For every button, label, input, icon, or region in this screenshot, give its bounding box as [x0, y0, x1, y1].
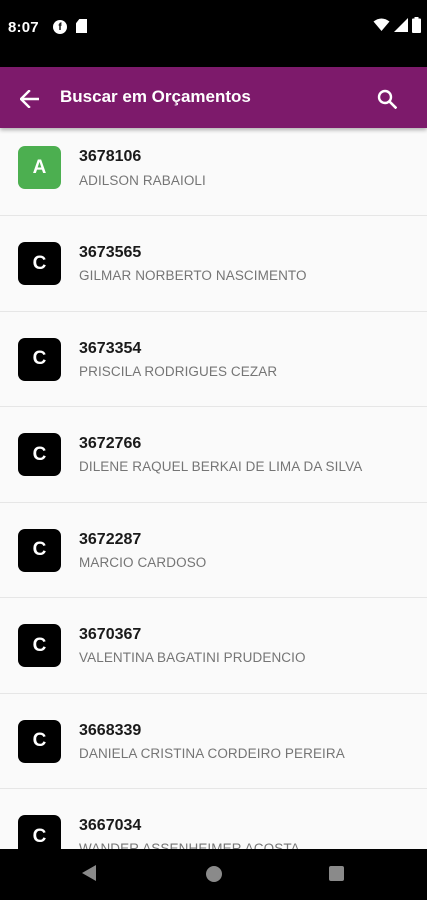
item-name: ADILSON RABAIOLI — [79, 173, 206, 188]
list-item[interactable]: C 3673354 PRISCILA RODRIGUES CEZAR — [0, 312, 427, 407]
list-item[interactable]: C 3672287 MARCIO CARDOSO — [0, 503, 427, 598]
item-name: PRISCILA RODRIGUES CEZAR — [79, 363, 278, 379]
nav-recent-apps-icon[interactable] — [329, 866, 344, 881]
status-time: 8:07 — [8, 19, 39, 36]
status-badge: C — [18, 433, 61, 476]
item-name: MARCIO CARDOSO — [79, 554, 207, 570]
status-badge: C — [18, 242, 61, 285]
list-item[interactable]: C 3672766 DILENE RAQUEL BERKAI DE LIMA D… — [0, 407, 427, 503]
status-badge: C — [18, 624, 61, 667]
item-name: VALENTINA BAGATINI PRUDENCIO — [79, 650, 306, 665]
item-code: 3672287 — [79, 530, 142, 548]
status-badge: C — [18, 719, 61, 763]
item-name: WANDER ASSENHEIMER ACOSTA — [79, 841, 300, 849]
status-bar: 8:07 f — [0, 0, 427, 67]
f-circle-icon: f — [53, 20, 67, 34]
nav-home-icon[interactable] — [206, 866, 222, 882]
item-code: 3678106 — [79, 148, 142, 165]
item-name: DILENE RAQUEL BERKAI DE LIMA DA SILVA — [79, 459, 363, 474]
item-code: 3668339 — [79, 721, 142, 739]
search-icon — [377, 89, 397, 109]
sd-card-icon — [76, 19, 87, 33]
budget-list: A 3678106 ADILSON RABAIOLI C 3673565 GIL… — [0, 128, 427, 849]
status-badge: C — [18, 337, 61, 381]
item-name: DANIELA CRISTINA CORDEIRO PEREIRA — [79, 745, 345, 761]
list-item[interactable]: C 3670367 VALENTINA BAGATINI PRUDENCIO — [0, 598, 427, 694]
navigation-bar — [0, 849, 427, 900]
signal-icon — [394, 18, 408, 32]
list-item[interactable]: C 3667034 WANDER ASSENHEIMER ACOSTA — [0, 789, 427, 849]
status-badge: C — [18, 815, 61, 849]
item-code: 3673565 — [79, 244, 142, 261]
nav-back-icon[interactable] — [82, 865, 96, 881]
item-code: 3670367 — [79, 626, 142, 643]
item-code: 3672766 — [79, 435, 142, 452]
status-badge: A — [18, 146, 61, 189]
arrow-back-icon — [20, 90, 39, 108]
back-button[interactable] — [14, 83, 46, 115]
status-indicators — [373, 17, 421, 33]
status-badge: C — [18, 528, 61, 572]
app-bar: Buscar em Orçamentos — [0, 67, 427, 128]
item-name: GILMAR NORBERTO NASCIMENTO — [79, 268, 307, 283]
list-item[interactable]: C 3673565 GILMAR NORBERTO NASCIMENTO — [0, 216, 427, 312]
item-code: 3667034 — [79, 817, 142, 834]
search-button[interactable] — [371, 83, 403, 115]
battery-icon — [412, 17, 421, 33]
page-title: Buscar em Orçamentos — [60, 87, 251, 106]
list-item[interactable]: A 3678106 ADILSON RABAIOLI — [0, 128, 427, 216]
wifi-icon — [373, 18, 390, 31]
item-code: 3673354 — [79, 339, 142, 357]
list-item[interactable]: C 3668339 DANIELA CRISTINA CORDEIRO PERE… — [0, 694, 427, 789]
